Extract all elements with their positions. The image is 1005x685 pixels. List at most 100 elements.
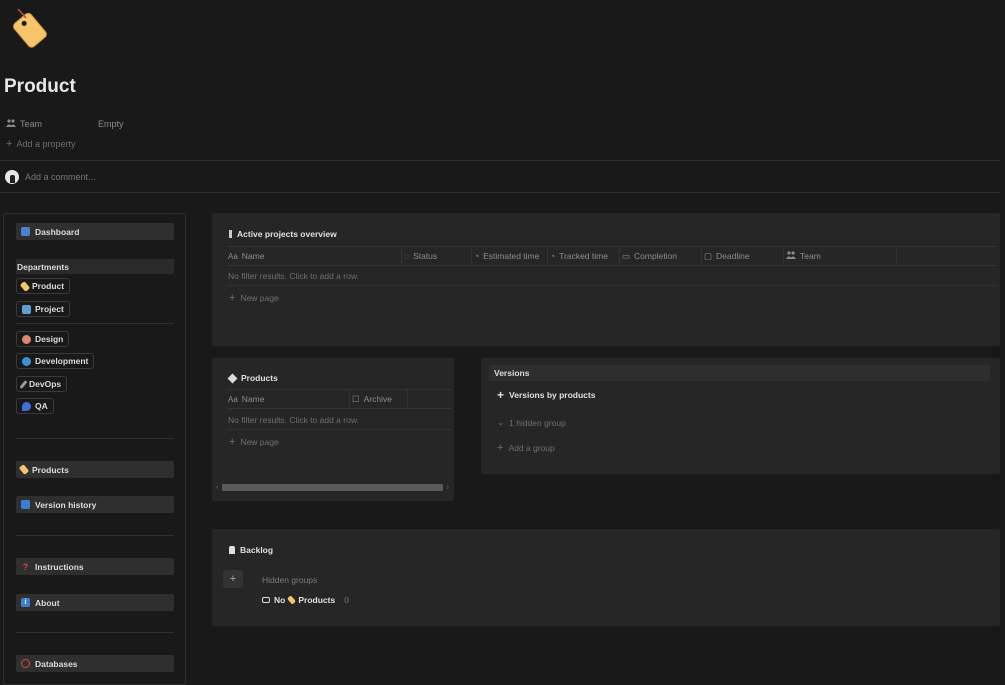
calendar-icon: ▢	[704, 250, 713, 261]
wrench-icon	[19, 379, 28, 389]
new-page-button[interactable]: + New page	[229, 292, 279, 304]
add-group-button[interactable]: + Add a group	[497, 443, 555, 454]
divider	[226, 408, 452, 409]
chart-icon	[22, 304, 31, 314]
people-icon	[6, 119, 16, 129]
hidden-group-no-products[interactable]: No Products 0	[262, 595, 349, 605]
new-page-label: New page	[240, 437, 279, 447]
sidebar-item-label: DevOps	[29, 379, 62, 389]
palette-icon	[22, 334, 31, 344]
new-page-button[interactable]: + New page	[229, 437, 279, 448]
page-icon-tag[interactable]	[6, 6, 50, 50]
horizontal-scrollbar[interactable]: ‹ ›	[216, 482, 449, 492]
plus-icon: +	[229, 292, 236, 304]
instructions-button[interactable]: ? Instructions	[16, 558, 174, 575]
products-title-label: Products	[241, 373, 278, 383]
status-icon: ◌	[404, 251, 410, 261]
group-no-label: No	[274, 595, 286, 605]
products-panel: Products Aa Name ☐ Archive No filter resul…	[212, 358, 454, 501]
column-label: Tracked time	[559, 251, 608, 261]
sidebar-item-label: Project	[35, 304, 64, 314]
inbox-icon	[262, 597, 270, 603]
group-products-label: Products	[298, 595, 336, 605]
sidebar-item-label: QA	[35, 401, 48, 411]
databases-label: Databases	[35, 658, 78, 669]
about-label: About	[35, 597, 60, 608]
products-title[interactable]: Products	[227, 373, 278, 383]
scroll-right-icon[interactable]: ›	[447, 484, 449, 491]
sidebar-item-devops[interactable]: DevOps	[16, 376, 68, 392]
dashboard-label: Dashboard	[35, 226, 80, 237]
divider	[0, 160, 1000, 161]
active-projects-panel: Active projects overview Aa Name ◌ Status …	[212, 213, 1000, 346]
property-value[interactable]: Empty	[98, 119, 124, 129]
page-title[interactable]: Product	[4, 76, 76, 98]
sidebar-item-design[interactable]: Design	[16, 331, 70, 347]
add-property-button[interactable]: + Add a property	[6, 138, 76, 150]
comment-box[interactable]: Add a comment...	[5, 170, 96, 184]
sidebar-item-development[interactable]: Development	[16, 353, 95, 369]
scroll-left-icon[interactable]: ‹	[216, 484, 218, 491]
property-team[interactable]: Team Empty	[6, 117, 306, 131]
versions-view-button[interactable]: + Versions by products	[497, 388, 596, 402]
databases-button[interactable]: Databases	[16, 655, 174, 672]
column-header-completion[interactable]: ▭ Completion	[620, 247, 702, 265]
sidebar-item-label: Product	[32, 281, 65, 291]
active-projects-title[interactable]: Active projects overview	[229, 229, 337, 239]
empty-state-text[interactable]: No filter results. Click to add a row.	[228, 415, 359, 425]
empty-state-text[interactable]: No filter results. Click to add a row.	[228, 271, 359, 281]
text-type-icon: Aa	[228, 394, 238, 404]
clipboard-icon	[229, 546, 235, 554]
group-count: 0	[344, 595, 349, 605]
add-group-label: Add a group	[508, 443, 555, 453]
comment-placeholder: Add a comment...	[25, 172, 96, 182]
divider	[16, 632, 174, 633]
versions-icon	[21, 500, 30, 509]
version-history-button[interactable]: Version history	[16, 496, 174, 513]
prohibited-icon	[21, 659, 30, 668]
scrollbar-thumb[interactable]	[222, 483, 443, 491]
column-header-name[interactable]: Aa Name	[226, 247, 402, 265]
divider	[226, 285, 998, 286]
versions-panel: Versions + Versions by products ⌄ 1 hidd…	[481, 358, 1000, 474]
add-board-item-button[interactable]: +	[223, 570, 243, 588]
column-header-deadline[interactable]: ▢ Deadline	[702, 247, 784, 265]
column-label: Completion	[634, 251, 678, 261]
versions-title[interactable]: Versions	[489, 365, 990, 381]
timer-icon: ◔	[550, 251, 556, 261]
divider	[226, 429, 452, 430]
versions-view-label: Versions by products	[509, 390, 596, 400]
column-header-archive[interactable]: ☐ Archive	[350, 390, 408, 408]
sidebar-item-product[interactable]: Product	[16, 278, 71, 294]
chevron-down-icon: ⌄	[497, 417, 505, 427]
column-header-estimated-time[interactable]: ◔ Estimated time	[472, 247, 548, 265]
info-icon: i	[21, 598, 30, 607]
dashboard-button[interactable]: Dashboard	[16, 223, 174, 240]
column-header-team[interactable]: Team	[784, 247, 897, 265]
sidebar-item-project[interactable]: Project	[16, 301, 70, 317]
plus-icon: +	[497, 388, 505, 402]
products-label: Products	[32, 464, 69, 475]
sidebar-item-qa[interactable]: QA	[16, 398, 54, 414]
backlog-title-label: Backlog	[240, 545, 274, 555]
tag-icon	[19, 280, 31, 292]
add-property-label: Add a property	[16, 139, 76, 149]
people-icon	[786, 251, 796, 261]
divider	[16, 535, 174, 536]
divider	[226, 265, 998, 266]
globe-icon	[22, 356, 31, 366]
active-projects-title-label: Active projects overview	[237, 229, 337, 239]
column-header-tracked-time[interactable]: ◔ Tracked time	[548, 247, 620, 265]
checkbox-icon: ☐	[352, 393, 360, 404]
column-header-name[interactable]: Aa Name	[226, 390, 350, 408]
column-header-status[interactable]: ◌ Status	[402, 247, 472, 265]
hidden-group-toggle[interactable]: ⌄ 1 hidden group	[497, 417, 566, 428]
plus-icon: +	[6, 138, 13, 150]
departments-heading: Departments	[16, 259, 174, 274]
instructions-label: Instructions	[35, 561, 84, 572]
products-button[interactable]: Products	[16, 461, 174, 478]
backlog-title[interactable]: Backlog	[229, 545, 273, 555]
about-button[interactable]: i About	[16, 594, 174, 611]
column-label: Name	[241, 251, 265, 261]
version-history-label: Version history	[35, 499, 97, 510]
